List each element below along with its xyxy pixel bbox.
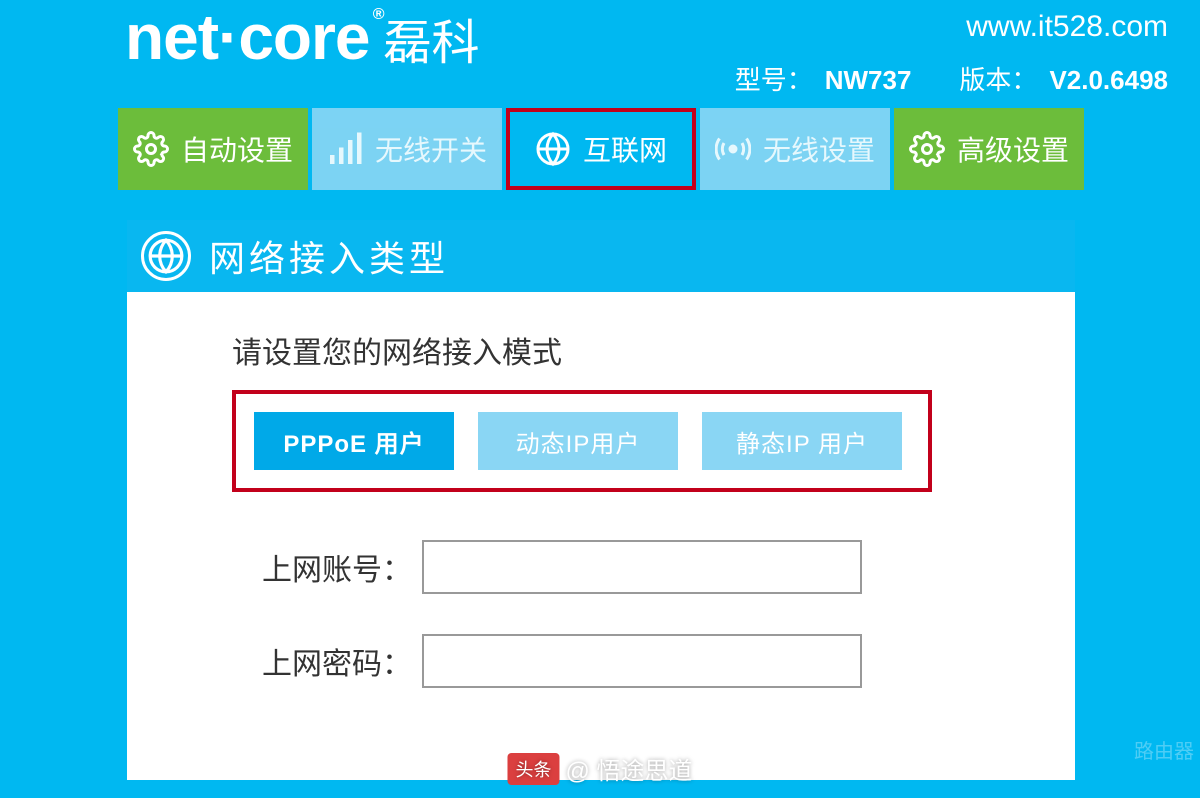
account-input[interactable] [422, 540, 862, 594]
version-value: V2.0.6498 [1049, 65, 1168, 95]
pppoe-form: 上网账号： 上网密码： [232, 540, 970, 688]
panel-title: 网络接入类型 [209, 230, 449, 282]
globe-icon [535, 131, 571, 167]
main-nav: 自动设置 无线开关 互联网 无线设置 高级设置 [118, 108, 1084, 190]
device-meta: 型号： NW737 版本： V2.0.6498 [735, 60, 1168, 97]
header: net·core ® 磊科 www.it528.com 型号： NW737 版本：… [0, 0, 1200, 95]
brand-english-text: net·core [125, 1, 370, 73]
brand-register-mark: ® [373, 6, 384, 24]
account-label: 上网账号： [232, 545, 412, 589]
tab-internet-label: 互联网 [583, 129, 667, 169]
tab-auto-setup[interactable]: 自动设置 [118, 108, 308, 190]
password-label: 上网密码： [232, 639, 412, 683]
tab-wireless-label: 无线开关 [375, 129, 487, 169]
model-label: 型号： [735, 65, 813, 95]
side-watermark: 路由器 [1134, 735, 1194, 764]
version-label: 版本： [959, 65, 1037, 95]
site-url: www.it528.com [966, 10, 1168, 44]
password-input[interactable] [422, 634, 862, 688]
gear-icon [133, 131, 169, 167]
connection-type-options: PPPoE 用户 动态IP用户 静态IP 用户 [232, 390, 932, 492]
signal-icon [327, 131, 363, 167]
panel-body: 请设置您的网络接入模式 PPPoE 用户 动态IP用户 静态IP 用户 上网账号… [127, 292, 1075, 688]
panel-header: 网络接入类型 [127, 220, 449, 292]
brand-chinese: 磊科 [384, 3, 480, 73]
version-info: 版本： V2.0.6498 [959, 60, 1168, 97]
option-pppoe[interactable]: PPPoE 用户 [254, 412, 454, 470]
antenna-icon [715, 131, 751, 167]
brand-english: net·core ® [125, 0, 370, 74]
form-row-account: 上网账号： [232, 540, 970, 594]
tab-wifi-settings[interactable]: 无线设置 [700, 108, 890, 190]
tab-auto-label: 自动设置 [181, 129, 293, 169]
tab-advanced-label: 高级设置 [957, 129, 1069, 169]
setup-prompt: 请设置您的网络接入模式 [232, 328, 970, 372]
tab-wireless-switch[interactable]: 无线开关 [312, 108, 502, 190]
model-info: 型号： NW737 [735, 60, 912, 97]
main-panel: 网络接入类型 请设置您的网络接入模式 PPPoE 用户 动态IP用户 静态IP … [127, 220, 1075, 780]
model-value: NW737 [825, 65, 912, 95]
option-dynamic-ip[interactable]: 动态IP用户 [478, 412, 678, 470]
attribution: 头条 @ 悟途思道 [507, 751, 692, 786]
attribution-handle: @ 悟途思道 [565, 751, 692, 786]
brand-logo: net·core ® 磊科 [125, 0, 480, 74]
form-row-password: 上网密码： [232, 634, 970, 688]
globe-icon [141, 231, 191, 281]
tab-wifi-label: 无线设置 [763, 129, 875, 169]
tab-advanced-settings[interactable]: 高级设置 [894, 108, 1084, 190]
option-static-ip[interactable]: 静态IP 用户 [702, 412, 902, 470]
attribution-badge: 头条 [507, 753, 559, 785]
gear-icon [909, 131, 945, 167]
tab-internet[interactable]: 互联网 [506, 108, 696, 190]
